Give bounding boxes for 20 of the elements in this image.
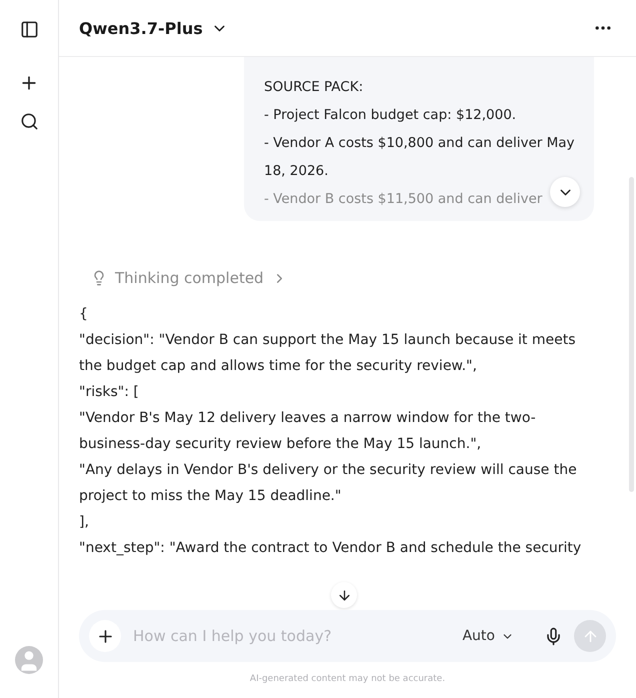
scrollbar[interactable] [629,177,634,492]
disclaimer: AI-generated content may not be accurate. [248,673,446,686]
message-line: - Project Falcon budget cap: $12,000. [264,106,518,125]
answer-line: "Vendor B's May 12 delivery leaves a narrow window for the two-business-day security review before the May 15 launch.", [79,409,537,454]
answer-line: "decision": "Vendor B can support the May 15 launch because it meets the budget cap and allows time for the security review.", [79,331,576,376]
attach-button[interactable] [89,620,121,652]
answer-line: "risks": [ [79,383,140,402]
model-selector[interactable]: Qwen3.7-Plus [79,18,228,38]
message-input[interactable]: How can I help you today? [131,626,452,646]
message-line: SOURCE PACK: [264,78,364,97]
answer-line: "Any delays in Vendor B's delivery or the security review will cause the project to miss the May 15 deadline." [79,461,578,506]
arrow-down-icon [336,588,352,602]
expand-button[interactable] [550,177,580,207]
answer-line: "next_step": "Award the contract to Vendor B and schedule the security [79,539,582,558]
answer-line: { [79,305,89,324]
answer-line: ], [79,513,90,532]
mode-selector[interactable]: Auto [462,628,532,644]
message-line: - Vendor B costs $11,500 and can deliver [264,190,542,209]
scroll-down-button[interactable] [331,582,357,608]
message-line: - Vendor A costs $10,800 and can deliver May 18, 2026. [264,134,576,181]
